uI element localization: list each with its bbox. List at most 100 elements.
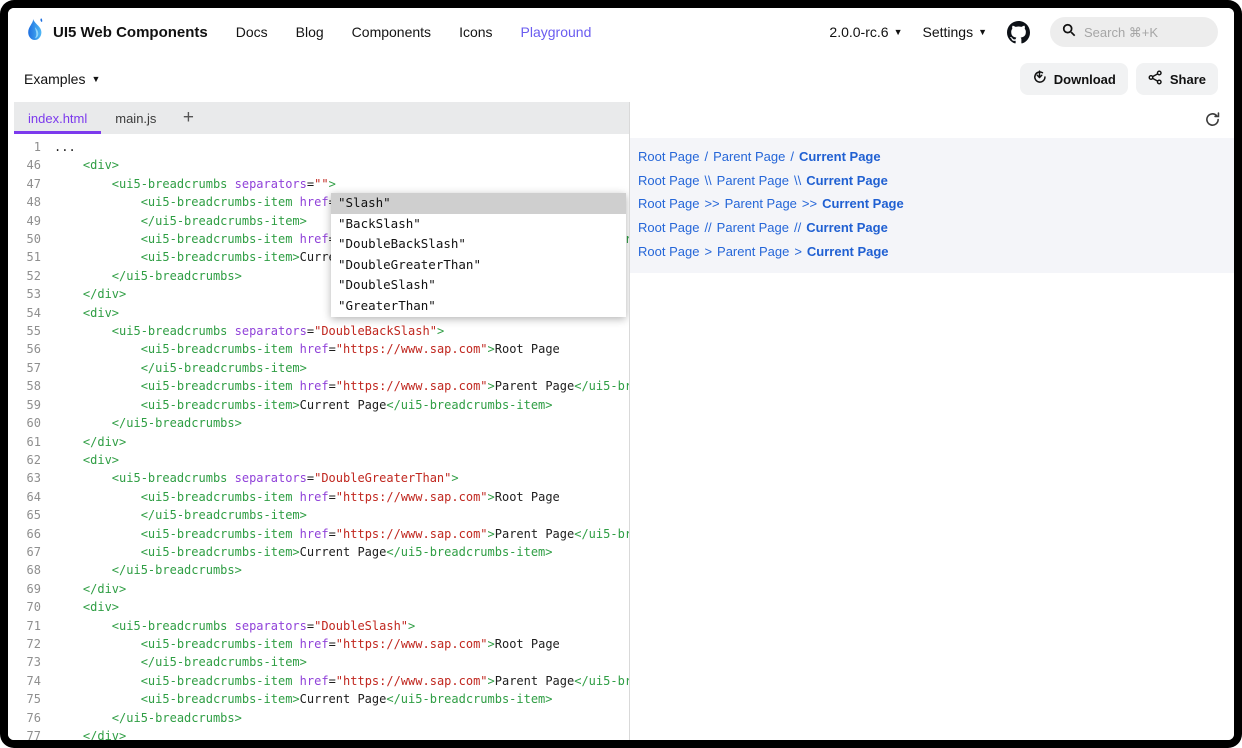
breadcrumb-current-page: Current Page <box>807 244 889 259</box>
breadcrumb-link[interactable]: Root Page <box>638 196 699 211</box>
app-window: UI5 Web Components Docs Blog Components Ico… <box>8 8 1234 740</box>
editor-tabbar: index.htmlmain.js+ <box>14 102 629 134</box>
breadcrumb-row: Root Page / Parent Page / Current Page <box>638 145 1224 169</box>
line-number: 73 <box>14 653 54 671</box>
line-number: 72 <box>14 635 54 653</box>
chevron-down-icon: ▼ <box>894 28 903 37</box>
breadcrumb-current-page: Current Page <box>822 196 904 211</box>
line-number: 57 <box>14 359 54 377</box>
code-line: 69 </div> <box>14 580 629 598</box>
top-navbar: UI5 Web Components Docs Blog Components Ico… <box>8 8 1234 56</box>
breadcrumb-current-page: Current Page <box>806 173 888 188</box>
breadcrumb-link[interactable]: Parent Page <box>717 220 789 235</box>
share-button[interactable]: Share <box>1136 63 1218 95</box>
nav-link-blog[interactable]: Blog <box>296 24 324 40</box>
autocomplete-option[interactable]: "Slash" <box>331 193 626 214</box>
line-number: 49 <box>14 212 54 230</box>
line-number: 50 <box>14 230 54 248</box>
breadcrumb-separator: / <box>704 149 708 164</box>
line-number: 59 <box>14 396 54 414</box>
code-line: 61 </div> <box>14 433 629 451</box>
search-box[interactable] <box>1050 17 1218 47</box>
nav-link-docs[interactable]: Docs <box>236 24 268 40</box>
breadcrumb-current-page: Current Page <box>799 149 881 164</box>
autocomplete-option[interactable]: "BackSlash" <box>331 214 626 235</box>
breadcrumb-link[interactable]: Root Page <box>638 220 699 235</box>
breadcrumb-link[interactable]: Parent Page <box>717 244 789 259</box>
chevron-down-icon: ▼ <box>91 75 100 84</box>
brand[interactable]: UI5 Web Components <box>24 17 208 48</box>
github-link[interactable] <box>1007 21 1030 44</box>
breadcrumb-link[interactable]: Parent Page <box>725 196 797 211</box>
add-tab-button[interactable]: + <box>170 102 206 134</box>
breadcrumb-link[interactable]: Root Page <box>638 173 699 188</box>
nav-link-playground[interactable]: Playground <box>521 24 592 40</box>
breadcrumb-separator: / <box>790 149 794 164</box>
code-line: 63 <ui5-breadcrumbs separators="DoubleGr… <box>14 469 629 487</box>
line-number: 70 <box>14 598 54 616</box>
breadcrumb-separator: \\ <box>794 173 801 188</box>
autocomplete-option[interactable]: "GreaterThan" <box>331 296 626 317</box>
examples-label: Examples <box>24 71 85 87</box>
breadcrumb-row: Root Page>Parent Page>Current Page <box>638 239 1224 263</box>
breadcrumb-link[interactable]: Parent Page <box>717 173 789 188</box>
tab-main.js[interactable]: main.js <box>101 102 170 134</box>
brand-title: UI5 Web Components <box>53 24 208 41</box>
code-line: 73 </ui5-breadcrumbs-item> <box>14 653 629 671</box>
nav-link-icons[interactable]: Icons <box>459 24 492 40</box>
line-number: 51 <box>14 248 54 266</box>
tab-index.html[interactable]: index.html <box>14 102 101 134</box>
breadcrumb-separator: >> <box>802 196 817 211</box>
breadcrumb-row: Root Page >> Parent Page >> Current Page <box>638 192 1224 216</box>
autocomplete-option[interactable]: "DoubleSlash" <box>331 275 626 296</box>
preview-pane: Root Page/Parent Page/Current PageRoot P… <box>630 102 1234 740</box>
breadcrumb-row: Root Page//Parent Page//Current Page <box>638 216 1224 240</box>
breadcrumb-link[interactable]: Parent Page <box>713 149 785 164</box>
code-line: 46 <div> <box>14 156 629 174</box>
line-number: 74 <box>14 672 54 690</box>
line-number: 64 <box>14 488 54 506</box>
nav-link-components[interactable]: Components <box>352 24 431 40</box>
settings-label: Settings <box>922 24 973 40</box>
code-line: 59 <ui5-breadcrumbs-item>Current Page</u… <box>14 396 629 414</box>
refresh-button[interactable] <box>1203 111 1221 129</box>
download-button[interactable]: Download <box>1020 63 1128 95</box>
line-number: 67 <box>14 543 54 561</box>
code-line: 56 <ui5-breadcrumbs-item href="https://w… <box>14 340 629 358</box>
breadcrumb-separator: >> <box>704 196 719 211</box>
code-line: 66 <ui5-breadcrumbs-item href="https://w… <box>14 525 629 543</box>
examples-dropdown[interactable]: Examples ▼ <box>24 71 100 87</box>
line-number: 66 <box>14 525 54 543</box>
breadcrumb-link[interactable]: Root Page <box>638 149 699 164</box>
search-input[interactable] <box>1084 25 1206 40</box>
code-area[interactable]: 1...46 <div>47 <ui5-breadcrumbs separato… <box>14 134 629 740</box>
line-number: 56 <box>14 340 54 358</box>
search-icon <box>1062 23 1076 42</box>
breadcrumb-separator: \\ <box>704 173 711 188</box>
code-line: 77 </div> <box>14 727 629 740</box>
code-line: 70 <div> <box>14 598 629 616</box>
autocomplete-option[interactable]: "DoubleBackSlash" <box>331 234 626 255</box>
line-number: 69 <box>14 580 54 598</box>
breadcrumb-link[interactable]: Root Page <box>638 244 699 259</box>
settings-menu[interactable]: Settings ▼ <box>922 24 987 40</box>
main-split: index.htmlmain.js+ 1...46 <div>47 <ui5-b… <box>8 102 1234 740</box>
breadcrumb-separator: // <box>794 220 801 235</box>
code-line: 64 <ui5-breadcrumbs-item href="https://w… <box>14 488 629 506</box>
line-number: 46 <box>14 156 54 174</box>
refresh-icon <box>1204 111 1221 128</box>
line-number: 1 <box>14 138 54 156</box>
download-label: Download <box>1054 72 1116 87</box>
code-line: 65 </ui5-breadcrumbs-item> <box>14 506 629 524</box>
code-line: 1... <box>14 138 629 156</box>
version-selector[interactable]: 2.0.0-rc.6 ▼ <box>829 24 902 40</box>
share-label: Share <box>1170 72 1206 87</box>
line-number: 47 <box>14 175 54 193</box>
autocomplete-option[interactable]: "DoubleGreaterThan" <box>331 255 626 276</box>
share-icon <box>1148 70 1163 88</box>
chevron-down-icon: ▼ <box>978 28 987 37</box>
line-number: 63 <box>14 469 54 487</box>
code-line: 55 <ui5-breadcrumbs separators="DoubleBa… <box>14 322 629 340</box>
line-number: 68 <box>14 561 54 579</box>
line-number: 54 <box>14 304 54 322</box>
